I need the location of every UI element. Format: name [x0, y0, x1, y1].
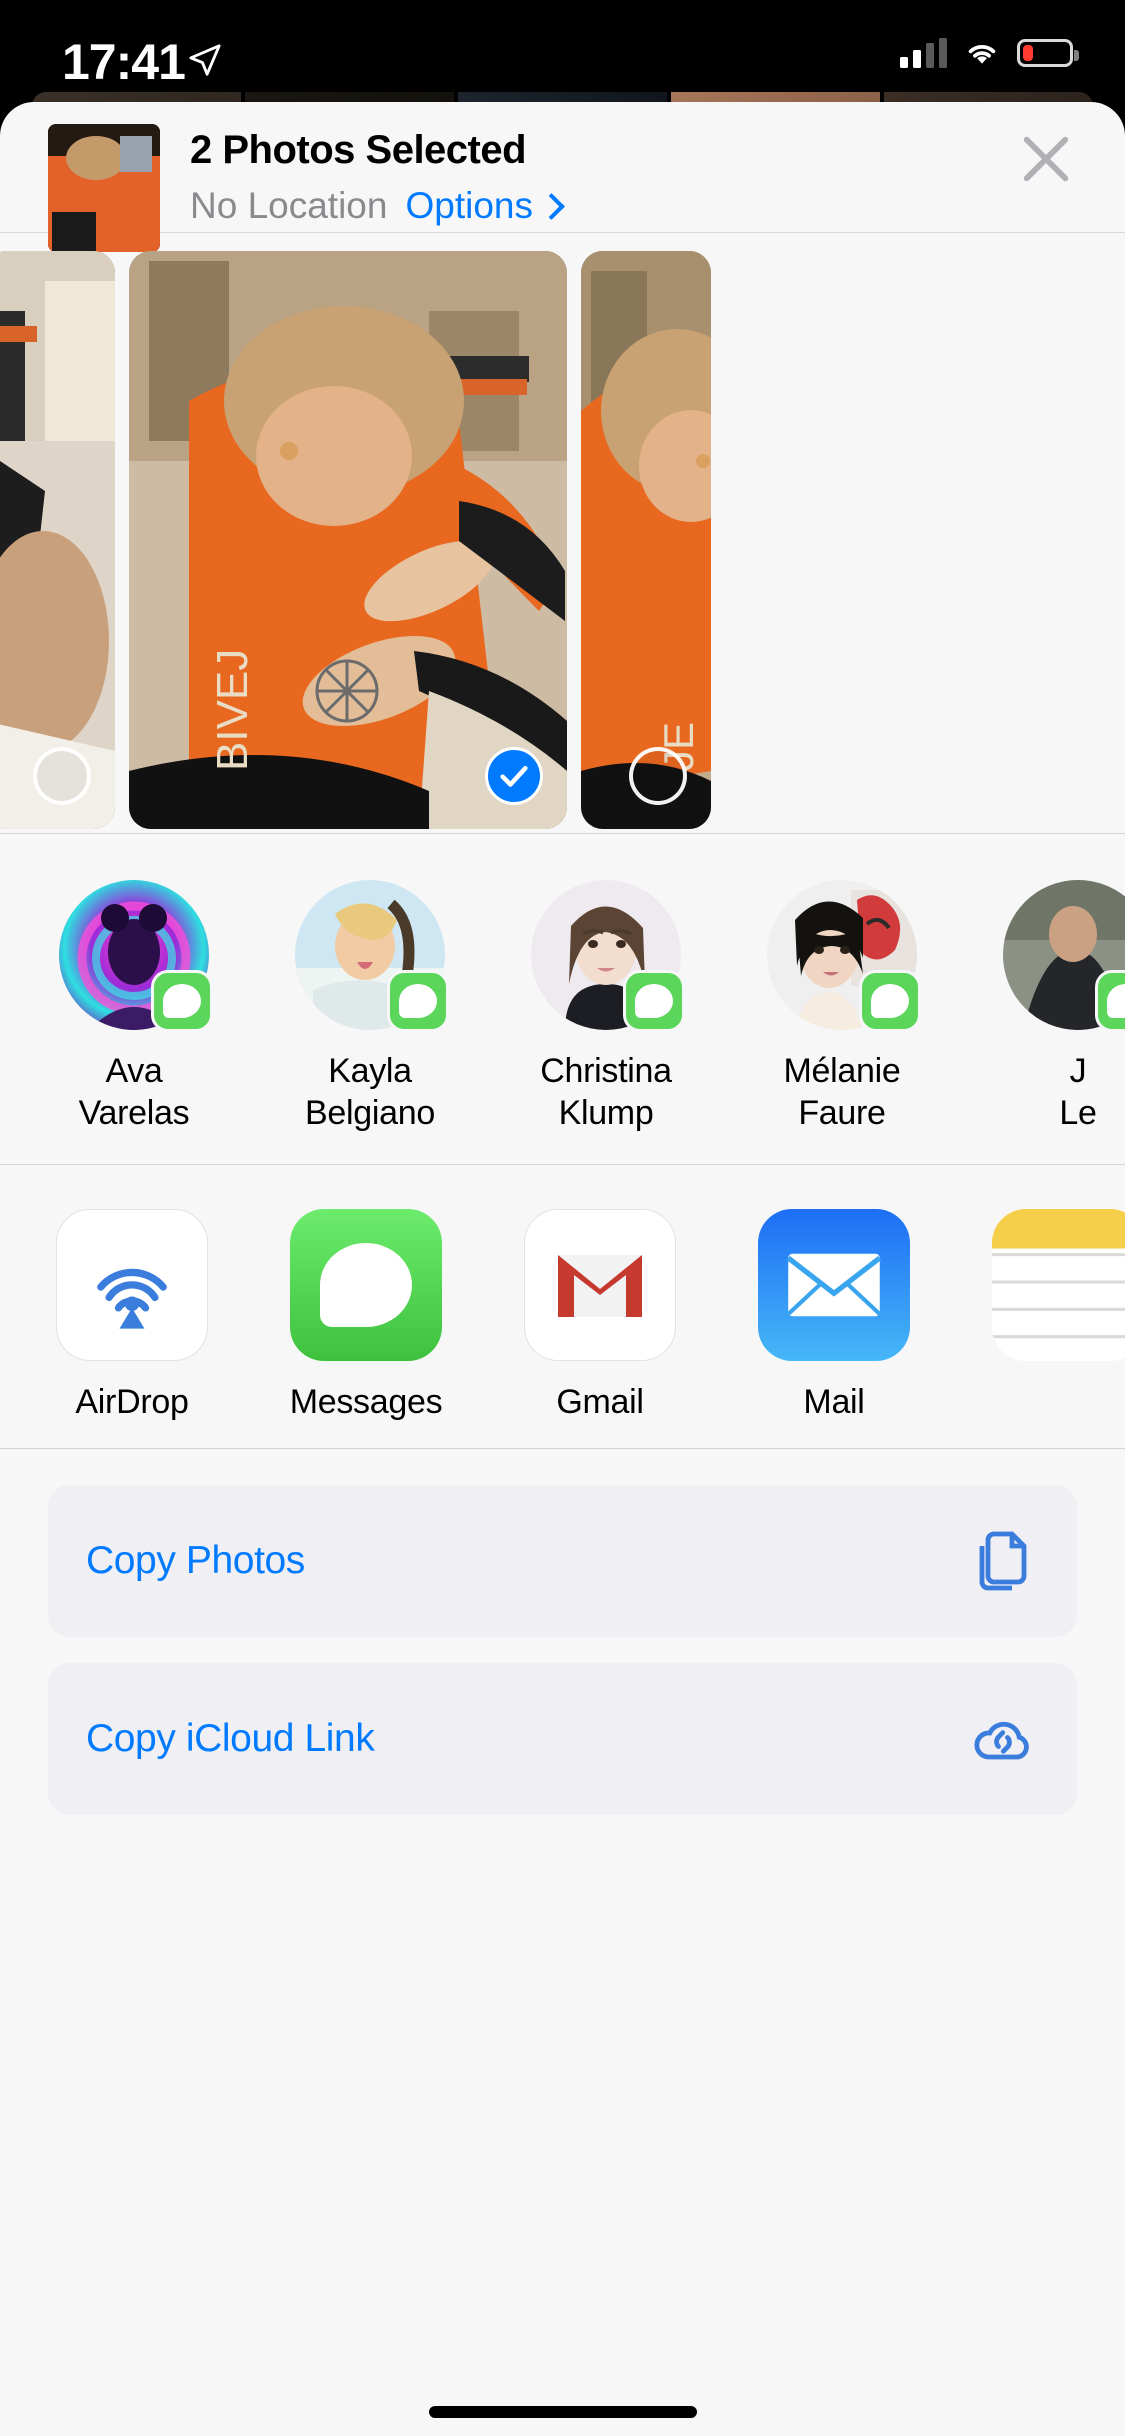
action-label: Copy iCloud Link — [86, 1717, 375, 1761]
mail-icon — [758, 1209, 910, 1362]
cellular-bars-icon — [900, 38, 947, 68]
action-copy-photos[interactable]: Copy Photos — [48, 1485, 1077, 1638]
contact-first-name: Mélanie — [783, 1052, 901, 1090]
contact-item[interactable]: Ava Varelas — [34, 880, 234, 1134]
header-subtitle-row: No Location Options — [190, 185, 556, 227]
messages-badge-icon — [623, 970, 685, 1032]
contacts-row[interactable]: Ava Varelas Kayla Belgiano Christina Klu… — [0, 834, 1125, 1164]
contact-name: Ava Varelas — [34, 1050, 234, 1134]
messages-badge-icon — [151, 970, 213, 1032]
app-label: AirDrop — [75, 1383, 189, 1422]
actions-list: Copy Photos Copy iCloud Link — [0, 1449, 1125, 1816]
contact-last-name: Klump — [558, 1094, 654, 1133]
app-item-messages[interactable]: Messages — [268, 1209, 464, 1422]
photo-carousel[interactable]: BIVEJ JE — [0, 233, 1125, 833]
contact-item[interactable]: Mélanie Faure — [742, 880, 942, 1134]
photo-current[interactable]: BIVEJ — [129, 251, 567, 829]
circle-unselected-icon[interactable] — [629, 747, 687, 805]
gmail-icon — [524, 1209, 676, 1362]
status-bar-time: 17:41 — [62, 34, 186, 90]
circle-unselected-icon[interactable] — [33, 747, 91, 805]
messages-badge-icon — [859, 970, 921, 1032]
checkmark-circle-icon[interactable] — [485, 747, 543, 805]
app-item-notes[interactable] — [970, 1209, 1125, 1422]
options-label: Options — [405, 185, 533, 226]
options-button[interactable]: Options — [405, 185, 556, 227]
contact-name: Christina Klump — [506, 1050, 706, 1134]
icloud-link-icon — [974, 1722, 1029, 1760]
location-arrow-icon — [189, 44, 221, 76]
header-text-block: 2 Photos Selected No Location Options — [190, 128, 556, 227]
close-icon — [1023, 136, 1069, 182]
battery-low-icon — [1017, 39, 1079, 67]
contact-first-name: Christina — [540, 1052, 672, 1090]
contact-first-name: Ava — [105, 1052, 163, 1090]
apps-row[interactable]: AirDrop Messages Gmail Mail — [0, 1165, 1125, 1448]
action-copy-icloud-link[interactable]: Copy iCloud Link — [48, 1663, 1077, 1816]
location-label: No Location — [190, 185, 388, 226]
share-sheet: 2 Photos Selected No Location Options BI… — [0, 102, 1125, 2436]
contact-item[interactable]: Christina Klump — [506, 880, 706, 1134]
chevron-right-icon — [542, 194, 556, 218]
status-bar-indicators — [900, 38, 1079, 68]
contact-item[interactable]: Kayla Belgiano — [270, 880, 470, 1134]
contact-last-name: Belgiano — [305, 1094, 435, 1133]
contact-name: J Le — [978, 1050, 1125, 1134]
photo-next[interactable]: JE — [581, 251, 711, 829]
svg-text:BIVEJ: BIVEJ — [208, 649, 257, 771]
home-indicator — [428, 2406, 697, 2418]
contact-last-name: Le — [1059, 1094, 1097, 1133]
contact-last-name: Faure — [798, 1094, 886, 1133]
status-bar: 17:41 — [0, 0, 1125, 132]
messages-badge-icon — [1095, 970, 1125, 1032]
copy-documents-icon — [979, 1531, 1027, 1591]
app-label: Gmail — [556, 1383, 644, 1422]
photo-previous[interactable] — [0, 251, 115, 829]
action-label: Copy Photos — [86, 1539, 305, 1583]
notes-icon — [992, 1209, 1125, 1362]
close-button[interactable] — [1011, 124, 1081, 194]
page-title: 2 Photos Selected — [190, 128, 527, 172]
contact-item[interactable]: J Le — [978, 880, 1125, 1134]
contact-name: Kayla Belgiano — [270, 1050, 470, 1134]
messages-icon — [290, 1209, 442, 1362]
iphone-screen: 17:41 2 Photos Selected No Location Opti… — [0, 0, 1125, 2436]
contact-name: Mélanie Faure — [742, 1050, 942, 1134]
messages-badge-icon — [387, 970, 449, 1032]
app-label: Mail — [803, 1383, 865, 1422]
app-label: Messages — [289, 1383, 443, 1422]
contact-first-name: J — [1069, 1052, 1087, 1090]
contact-last-name: Varelas — [78, 1094, 190, 1133]
contact-first-name: Kayla — [328, 1052, 412, 1090]
app-item-airdrop[interactable]: AirDrop — [34, 1209, 230, 1422]
airdrop-icon — [56, 1209, 208, 1362]
app-item-mail[interactable]: Mail — [736, 1209, 932, 1422]
wifi-icon — [968, 45, 996, 64]
app-item-gmail[interactable]: Gmail — [502, 1209, 698, 1422]
